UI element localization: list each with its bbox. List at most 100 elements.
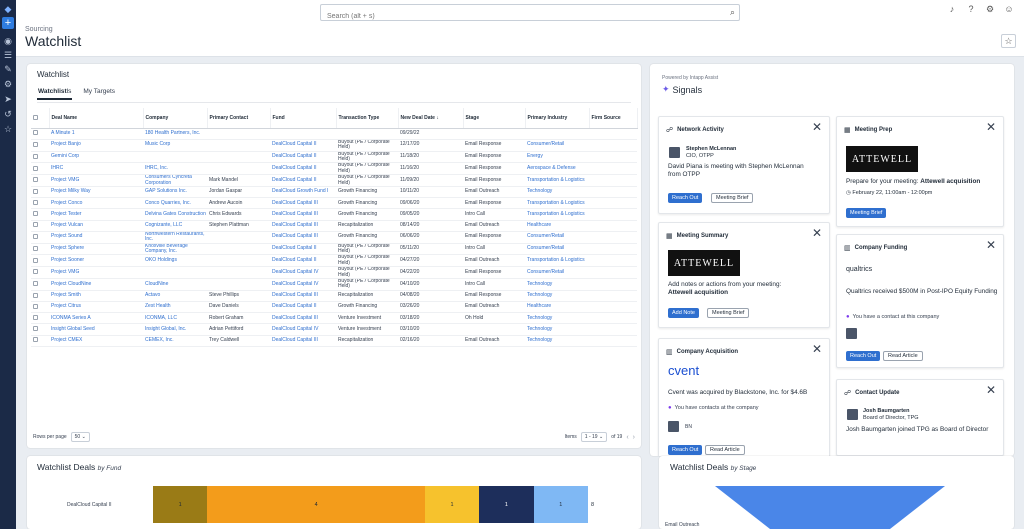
table-cell[interactable]: A Minute 1: [49, 128, 143, 140]
table-cell[interactable]: Northwestern Restaurants, Inc.: [143, 231, 207, 244]
table-cell[interactable]: Conco Quarries, Inc.: [143, 197, 207, 210]
table-cell[interactable]: Consumer/Retail: [525, 231, 589, 244]
send-icon[interactable]: ➤: [2, 93, 14, 105]
table-cell[interactable]: DealCloud Capital III: [270, 290, 336, 302]
col-stage[interactable]: Stage: [463, 108, 526, 129]
tab-watchlist[interactable]: Watchlistls: [37, 86, 73, 100]
bar-segment[interactable]: 1: [153, 486, 208, 523]
help-icon[interactable]: ?: [966, 4, 976, 15]
add-note-button[interactable]: Add Note: [668, 308, 699, 318]
table-cell[interactable]: Technology: [525, 278, 589, 291]
table-cell[interactable]: Project VMG: [49, 266, 143, 279]
table-cell[interactable]: Insight Global Seed: [49, 323, 143, 336]
col-new-deal-date[interactable]: New Deal Date ↓: [398, 108, 464, 129]
table-cell[interactable]: Technology: [525, 186, 589, 199]
user-icon[interactable]: ☺: [1004, 4, 1014, 15]
table-cell[interactable]: Project Sphere: [49, 243, 143, 256]
row-checkbox[interactable]: [31, 312, 49, 325]
row-checkbox[interactable]: [31, 128, 49, 140]
table-cell[interactable]: Project VMG: [49, 174, 143, 187]
row-checkbox[interactable]: [31, 231, 49, 244]
search-input[interactable]: [327, 9, 707, 24]
meeting-brief-button[interactable]: Meeting Brief: [846, 208, 887, 218]
table-cell[interactable]: IHRC: [49, 162, 143, 176]
table-cell[interactable]: Aerospace & Defense: [525, 162, 589, 176]
row-checkbox[interactable]: [31, 266, 49, 279]
table-cell[interactable]: DealCloud Growth Fund I: [270, 186, 336, 199]
breadcrumb[interactable]: Sourcing: [25, 26, 53, 33]
table-cell[interactable]: DealCloud Capital III: [270, 335, 336, 347]
next-page-icon[interactable]: ›: [633, 434, 635, 441]
table-cell[interactable]: Project Vulcan: [49, 220, 143, 232]
list-icon[interactable]: ☰: [2, 49, 14, 61]
search-icon[interactable]: ⌕: [730, 7, 735, 18]
table-row[interactable]: Project VMG DealCloud Capital IV Buyout (P…: [31, 266, 637, 279]
table-row[interactable]: Project Milky Way GAP Solutions Inc. Jorda…: [31, 186, 637, 199]
dashboard-icon[interactable]: ◉: [2, 35, 14, 47]
row-checkbox[interactable]: [31, 254, 49, 268]
table-cell[interactable]: Technology: [525, 323, 589, 336]
table-cell[interactable]: ICONMA Series A: [49, 312, 143, 325]
col-company[interactable]: Company: [143, 108, 208, 129]
table-cell[interactable]: Project Banjo: [49, 139, 143, 152]
table-cell[interactable]: Insight Global, Inc.: [143, 323, 207, 336]
bar-segment[interactable]: 1: [424, 486, 480, 523]
row-checkbox[interactable]: [31, 323, 49, 336]
table-cell[interactable]: Project Sooner: [49, 254, 143, 268]
reach-out-button[interactable]: Reach Out: [668, 193, 703, 203]
table-cell[interactable]: Project Sound: [49, 231, 143, 244]
row-checkbox[interactable]: [31, 174, 49, 187]
row-checkbox[interactable]: [31, 197, 49, 210]
row-checkbox[interactable]: [31, 139, 49, 152]
table-cell[interactable]: DealCloud Capital III: [270, 197, 336, 210]
avatar[interactable]: [846, 328, 857, 339]
table-cell[interactable]: Energy: [525, 151, 589, 164]
avatar[interactable]: [668, 421, 679, 432]
table-cell[interactable]: ICONMA, LLC: [143, 312, 207, 325]
table-row[interactable]: Project Smith Actavo Steve Phillips DealClo…: [31, 290, 637, 302]
read-article-button[interactable]: Read Article: [883, 351, 923, 361]
table-cell[interactable]: IHRC, Inc.: [143, 162, 207, 176]
table-cell[interactable]: 180 Health Partners, Inc.: [143, 128, 207, 140]
table-cell[interactable]: Project Smith: [49, 290, 143, 302]
table-cell[interactable]: Gemini Corp: [49, 151, 143, 164]
funnel-segment-email-outreach[interactable]: [715, 486, 945, 529]
table-cell[interactable]: Project Milky Way: [49, 186, 143, 199]
global-search[interactable]: ⌕: [320, 4, 740, 24]
table-row[interactable]: ICONMA Series A ICONMA, LLC Robert Graham D…: [31, 312, 637, 325]
history-icon[interactable]: ↺: [2, 108, 14, 120]
settings-gear-icon[interactable]: ⚙: [985, 4, 995, 15]
table-row[interactable]: Project Vulcan Cognizante, LLC Stephen Pla…: [31, 220, 637, 232]
bar-segment[interactable]: 1: [533, 486, 588, 523]
table-cell[interactable]: Consumer/Retail: [525, 139, 589, 152]
col-primary-industry[interactable]: Primary Industry: [525, 108, 590, 129]
table-cell[interactable]: DealCloud Capital III: [270, 220, 336, 232]
table-cell[interactable]: DealCloud Capital III: [270, 208, 336, 221]
table-cell[interactable]: [143, 266, 207, 279]
table-row[interactable]: Project CloudNine CloudNine DealCloud Capi…: [31, 278, 637, 291]
col-deal-name[interactable]: Deal Name: [49, 108, 144, 129]
close-icon[interactable]: ✕: [812, 343, 822, 355]
table-cell[interactable]: DealCloud Capital II: [270, 254, 336, 268]
tab-my-targets[interactable]: My Targets: [82, 86, 116, 100]
table-row[interactable]: Project Sphere Knoxville Beverage Company…: [31, 243, 637, 256]
col-firm-source[interactable]: Firm Source: [589, 108, 638, 129]
table-cell[interactable]: DealCloud Capital IV: [270, 278, 336, 291]
table-cell[interactable]: DealCloud Capital II: [270, 243, 336, 256]
row-checkbox[interactable]: [31, 162, 49, 176]
table-cell[interactable]: CEMEX, Inc.: [143, 335, 207, 347]
rows-per-page-select[interactable]: 50 ⌄: [70, 432, 90, 442]
table-cell[interactable]: [270, 128, 336, 140]
table-cell[interactable]: [525, 128, 589, 140]
select-all-checkbox[interactable]: [31, 108, 50, 129]
table-row[interactable]: IHRC IHRC, Inc. DealCloud Capital II Buyout…: [31, 162, 637, 176]
table-row[interactable]: Project Conco Conco Quarries, Inc. Andrew …: [31, 197, 637, 210]
table-cell[interactable]: DealCloud Capital III: [270, 312, 336, 325]
reach-out-button[interactable]: Reach Out: [668, 445, 703, 455]
row-checkbox[interactable]: [31, 335, 49, 347]
col-transaction-type[interactable]: Transaction Type: [336, 108, 399, 129]
table-row[interactable]: Project Citrus Zest Health Dave Daniels Dea…: [31, 301, 637, 314]
meeting-brief-button[interactable]: Meeting Brief: [707, 308, 750, 318]
table-row[interactable]: A Minute 1 180 Health Partners, Inc. 09/29…: [31, 128, 637, 140]
table-cell[interactable]: Actavo: [143, 290, 207, 302]
